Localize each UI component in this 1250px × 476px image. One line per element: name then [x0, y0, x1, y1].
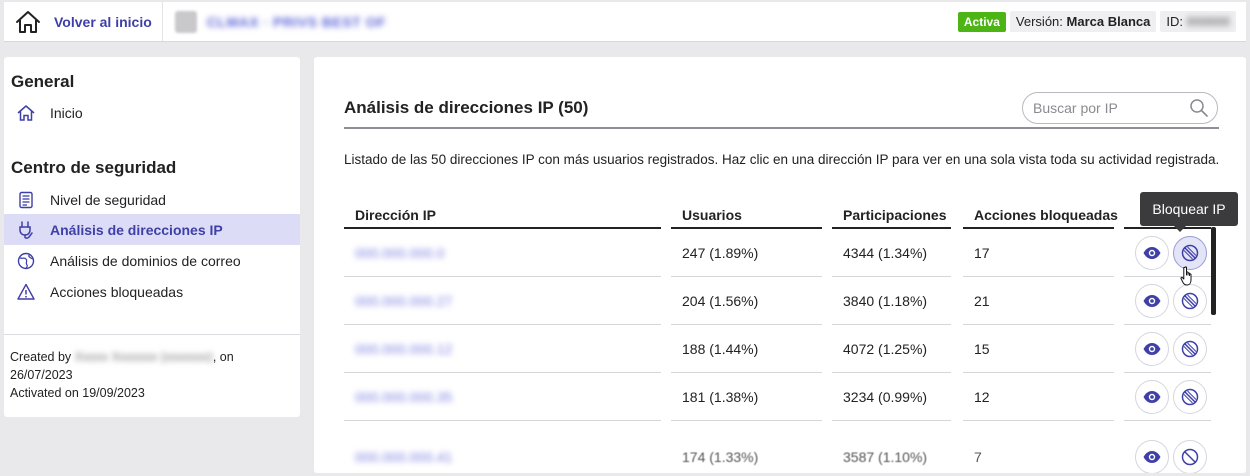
sidebar-item-nivel-seguridad[interactable]: Nivel de seguridad: [4, 184, 300, 215]
table-row[interactable]: 000.000.000.35 181 (1.38%) 3234 (0.99%) …: [344, 373, 1214, 421]
block-ip-tooltip: Bloquear IP: [1140, 192, 1238, 232]
sidebar-section-security: Centro de seguridad: [11, 158, 177, 177]
blocked-actions-cell: 12: [974, 389, 990, 405]
ip-address-redacted[interactable]: 000.000.000.27: [355, 277, 452, 325]
participations-cell: 3234 (0.99%): [843, 389, 928, 405]
home-icon: [16, 10, 40, 33]
top-bar: Volver al inicio CLMAX · PRIVS BEST OF A…: [4, 2, 1246, 42]
warning-icon: [17, 283, 35, 300]
blocked-actions-cell: 15: [974, 341, 990, 357]
title-divider: [344, 127, 1219, 129]
sidebar-item-label: Nivel de seguridad: [50, 191, 166, 208]
sidebar-item-analisis-ip[interactable]: Análisis de direcciones IP: [4, 214, 300, 245]
block-ip-button[interactable]: [1173, 236, 1207, 270]
users-cell: 181 (1.38%): [682, 389, 759, 405]
sidebar-item-label: Inicio: [50, 104, 83, 121]
created-prefix: Created by: [10, 350, 72, 364]
checklist-icon: [19, 191, 33, 208]
ip-address-redacted[interactable]: 000.000.000.0: [355, 229, 445, 277]
view-ip-button[interactable]: [1135, 380, 1169, 414]
version-value: Marca Blanca: [1066, 14, 1151, 29]
block-icon: [1181, 448, 1199, 466]
sidebar-item-label: Análisis de dominios de correo: [50, 252, 241, 269]
id-chip: ID: 888888: [1160, 11, 1236, 32]
block-ip-button[interactable]: [1173, 380, 1207, 414]
users-cell-cutoff: 174 (1.33%): [682, 449, 759, 465]
block-ip-button[interactable]: [1173, 332, 1207, 366]
view-ip-button[interactable]: [1135, 332, 1169, 366]
column-header-acciones-bloqueadas[interactable]: Acciones bloqueadas: [974, 207, 1118, 223]
ip-address-redacted[interactable]: 000.000.000.35: [355, 373, 452, 421]
eye-icon: [1143, 451, 1161, 463]
page-description: Listado de las 50 direcciones IP con más…: [344, 152, 1220, 167]
block-icon: [1181, 292, 1199, 310]
hand-cursor-icon: [1180, 266, 1192, 286]
version-chip: Versión: Marca Blanca: [1009, 11, 1157, 32]
home-link-label: Volver al inicio: [54, 13, 152, 30]
version-label: Versión:: [1015, 14, 1063, 29]
block-icon: [1181, 244, 1199, 262]
shield-plug-icon: [19, 220, 33, 239]
id-label: ID:: [1166, 14, 1183, 29]
created-suffix: , on: [212, 350, 234, 364]
participations-cell: 4072 (1.25%): [843, 341, 928, 357]
participations-cell: 3840 (1.18%): [843, 293, 928, 309]
id-value-redacted: 888888: [1186, 14, 1230, 29]
view-ip-button[interactable]: [1135, 440, 1169, 473]
participations-cell-cutoff: 3587 (1.10%): [843, 449, 928, 465]
view-ip-button[interactable]: [1135, 284, 1169, 318]
campaign-name: CLMAX · PRIVS BEST OF: [163, 10, 387, 33]
creator-redacted: Xxxxx Xxxxxxx (xxxxxxx): [74, 350, 213, 364]
participations-cell: 4344 (1.34%): [843, 245, 928, 261]
status-badge: Activa: [957, 11, 1006, 32]
search-box[interactable]: [1022, 92, 1218, 124]
search-input[interactable]: [1033, 100, 1183, 116]
activated-line: Activated on 19/09/2023: [10, 386, 145, 400]
users-cell: 204 (1.56%): [682, 293, 759, 309]
view-ip-button[interactable]: [1135, 236, 1169, 270]
column-header-usuarios[interactable]: Usuarios: [682, 207, 742, 223]
sidebar-section-general: General: [11, 72, 75, 91]
campaign-title-redacted: CLMAX · PRIVS BEST OF: [206, 13, 387, 30]
eye-icon: [1143, 295, 1161, 307]
main-panel: Análisis de direcciones IP (50) Listado …: [314, 57, 1246, 473]
sidebar-footer: Created by Xxxxx Xxxxxxx (xxxxxxx), on 2…: [4, 334, 300, 402]
block-icon: [1181, 340, 1199, 358]
globe-icon: [17, 252, 35, 269]
sidebar-item-label: Análisis de direcciones IP: [50, 221, 223, 238]
campaign-thumbnail: [174, 10, 197, 33]
blocked-actions-cell-cutoff: 7: [974, 449, 982, 465]
users-cell: 247 (1.89%): [682, 245, 759, 261]
table-row[interactable]: 000.000.000.41 174 (1.33%) 3587 (1.10%) …: [344, 421, 1214, 473]
home-link[interactable]: Volver al inicio: [4, 2, 163, 41]
sidebar: General Inicio Centro de seguridad Nivel…: [4, 57, 300, 417]
block-ip-button[interactable]: [1173, 284, 1207, 318]
ip-address-redacted[interactable]: 000.000.000.12: [355, 325, 452, 373]
eye-icon: [1143, 343, 1161, 355]
sidebar-item-label: Acciones bloqueadas: [50, 283, 184, 300]
table-row[interactable]: 000.000.000.0 247 (1.89%) 4344 (1.34%) 1…: [344, 229, 1214, 277]
table-scrollbar[interactable]: [1211, 227, 1216, 315]
search-icon[interactable]: [1189, 98, 1209, 118]
eye-icon: [1143, 391, 1161, 403]
home-icon: [17, 104, 35, 121]
blocked-actions-cell: 21: [974, 293, 990, 309]
table-row[interactable]: 000.000.000.12 188 (1.44%) 4072 (1.25%) …: [344, 325, 1214, 373]
sidebar-item-acciones-bloqueadas[interactable]: Acciones bloqueadas: [4, 276, 300, 307]
created-by-line: Created by Xxxxx Xxxxxxx (xxxxxxx), on: [10, 348, 294, 366]
column-header-ip[interactable]: Dirección IP: [355, 207, 436, 223]
column-header-participaciones[interactable]: Participaciones: [843, 207, 947, 223]
users-cell: 188 (1.44%): [682, 341, 759, 357]
table-row[interactable]: 000.000.000.27 204 (1.56%) 3840 (1.18%) …: [344, 277, 1214, 325]
header-info: Activa Versión: Marca Blanca ID: 888888: [957, 11, 1246, 32]
sidebar-item-inicio[interactable]: Inicio: [4, 97, 300, 128]
created-date: 26/07/2023: [10, 368, 73, 382]
blocked-actions-cell: 17: [974, 245, 990, 261]
block-icon: [1181, 388, 1199, 406]
ip-address-redacted[interactable]: 000.000.000.41: [355, 433, 452, 473]
eye-icon: [1143, 247, 1161, 259]
block-ip-button[interactable]: [1173, 440, 1207, 473]
sidebar-item-dominios-correo[interactable]: Análisis de dominios de correo: [4, 245, 300, 276]
page-title: Análisis de direcciones IP (50): [344, 98, 589, 117]
